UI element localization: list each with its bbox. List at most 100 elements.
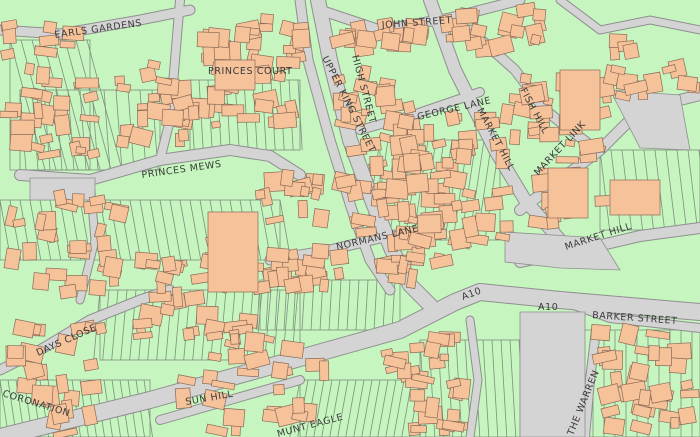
building <box>230 333 240 345</box>
building <box>75 77 99 89</box>
building <box>405 172 430 194</box>
building <box>396 113 415 131</box>
map-canvas[interactable]: EARLS GARDENS PRINCES COURT JOHN STREET … <box>0 0 700 437</box>
building <box>80 379 103 396</box>
building <box>59 40 76 49</box>
building <box>459 199 481 214</box>
label-a10-east: A10 <box>538 302 558 313</box>
building <box>423 340 442 360</box>
building <box>136 103 148 111</box>
building <box>409 389 426 402</box>
building <box>32 101 44 120</box>
building <box>161 108 185 127</box>
building <box>499 103 515 125</box>
building <box>55 373 70 394</box>
building <box>79 114 100 123</box>
building <box>279 339 305 359</box>
building <box>196 31 220 48</box>
building <box>228 40 242 61</box>
building <box>396 200 411 222</box>
building <box>35 66 51 85</box>
building <box>283 276 302 295</box>
building <box>159 303 176 317</box>
building <box>202 46 216 67</box>
building <box>648 345 660 361</box>
building <box>172 286 184 308</box>
building <box>147 92 161 103</box>
building <box>10 119 35 135</box>
label-princes-court: PRINCES COURT <box>208 66 293 77</box>
building <box>3 247 22 271</box>
building <box>243 331 266 353</box>
building <box>177 128 190 142</box>
building <box>410 425 427 433</box>
building <box>380 31 401 52</box>
large-building <box>207 211 259 293</box>
building <box>58 283 78 300</box>
building <box>418 152 436 172</box>
building <box>254 189 266 200</box>
building <box>132 317 153 330</box>
building <box>312 208 330 229</box>
building <box>249 27 260 36</box>
building <box>677 406 697 426</box>
building <box>668 357 688 374</box>
building <box>474 212 496 233</box>
building <box>32 272 51 291</box>
building <box>680 389 700 399</box>
building <box>182 327 195 341</box>
building <box>311 243 330 260</box>
building <box>88 279 107 297</box>
building <box>0 110 19 119</box>
building <box>187 105 200 121</box>
building <box>207 351 222 362</box>
building <box>402 152 421 172</box>
building <box>483 195 504 212</box>
building <box>424 396 440 419</box>
building <box>69 240 87 255</box>
building <box>529 33 542 46</box>
building <box>297 199 309 219</box>
building <box>455 7 478 25</box>
building <box>299 185 310 198</box>
building <box>9 131 33 153</box>
building <box>402 26 415 43</box>
building <box>409 342 425 354</box>
building <box>318 278 330 293</box>
building <box>7 345 24 359</box>
building <box>259 13 274 25</box>
building <box>333 266 345 281</box>
building <box>108 203 130 224</box>
building <box>451 25 472 43</box>
street-map[interactable]: EARLS GARDENS PRINCES COURT JOHN STREET … <box>0 0 700 437</box>
building <box>648 381 674 404</box>
building <box>222 407 246 428</box>
building <box>291 28 311 49</box>
building <box>236 113 260 123</box>
building <box>272 111 298 130</box>
building <box>96 235 112 252</box>
building <box>676 74 699 92</box>
building <box>402 100 417 115</box>
building <box>441 157 454 169</box>
building <box>509 129 521 146</box>
building <box>590 324 611 342</box>
building <box>265 246 290 264</box>
building <box>628 361 650 382</box>
building <box>455 147 473 166</box>
building <box>423 124 435 142</box>
building <box>311 173 324 186</box>
building <box>12 217 26 228</box>
building <box>439 353 450 362</box>
building <box>102 255 124 279</box>
building <box>53 95 71 111</box>
building <box>279 168 295 187</box>
building <box>22 241 37 261</box>
building <box>183 289 206 307</box>
building <box>136 110 149 128</box>
building <box>116 82 132 93</box>
building <box>253 98 275 114</box>
building <box>532 8 547 22</box>
building <box>233 25 251 44</box>
building <box>450 199 463 212</box>
